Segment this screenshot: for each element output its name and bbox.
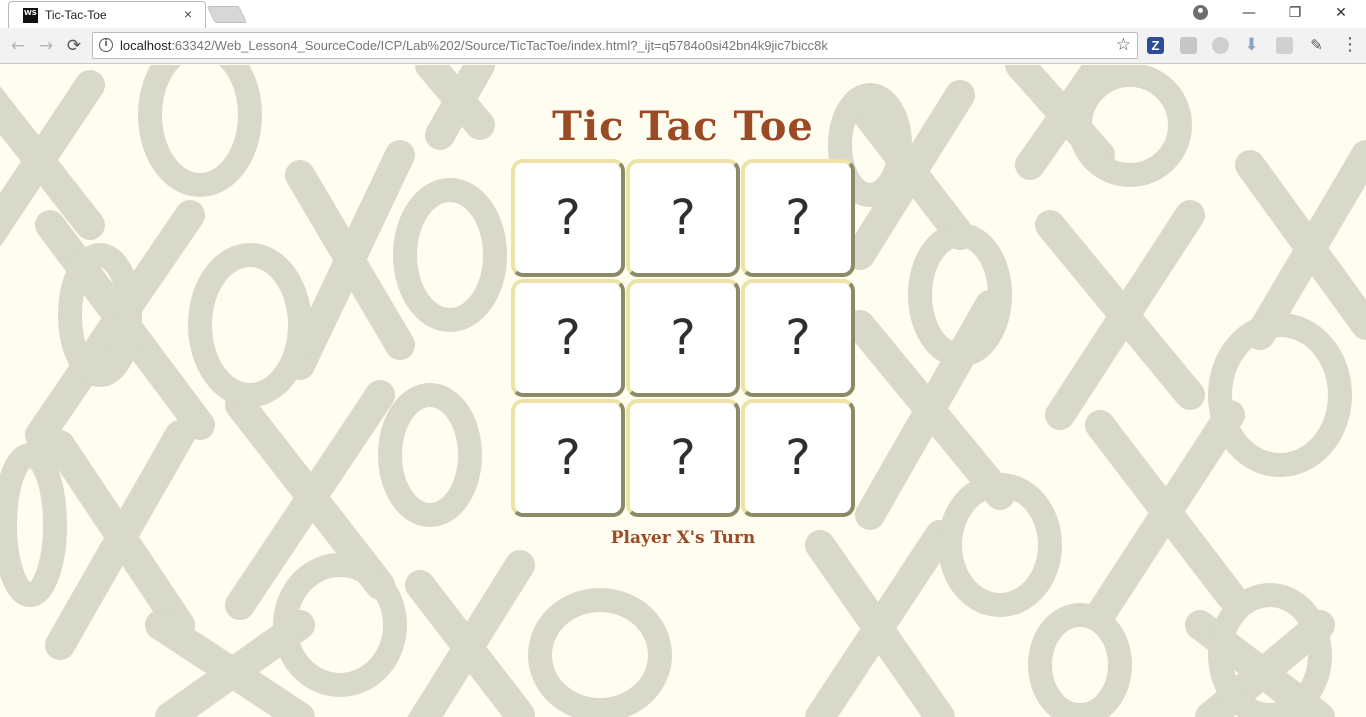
- board-cell-4[interactable]: ?: [511, 279, 625, 397]
- cell-mark: ?: [670, 310, 696, 366]
- reload-button[interactable]: ⟳: [63, 35, 85, 57]
- url-host: localhost: [120, 38, 172, 53]
- cell-mark: ?: [785, 310, 811, 366]
- turn-status: Player X's Turn: [610, 528, 756, 548]
- back-button[interactable]: ←: [7, 35, 29, 57]
- browser-tab[interactable]: WS Tic-Tac-Toe ×: [8, 1, 206, 29]
- board-cell-9[interactable]: ?: [741, 399, 855, 517]
- extension-box-icon[interactable]: [1276, 37, 1293, 54]
- webstorm-favicon-icon: WS: [23, 8, 38, 23]
- cell-mark: ?: [785, 190, 811, 246]
- browser-tabstrip: WS Tic-Tac-Toe × — ❐ ✕: [0, 0, 1366, 29]
- address-bar[interactable]: i localhost:63342/Web_Lesson4_SourceCode…: [92, 32, 1138, 59]
- cell-mark: ?: [555, 190, 581, 246]
- board-cell-5[interactable]: ?: [626, 279, 740, 397]
- eyedropper-extension-icon[interactable]: ✎: [1308, 37, 1325, 54]
- cell-mark: ?: [785, 430, 811, 486]
- browser-toolbar: ← → ⟳ i localhost:63342/Web_Lesson4_Sour…: [0, 28, 1366, 64]
- url-path: :63342/Web_Lesson4_SourceCode/ICP/Lab%20…: [171, 38, 828, 53]
- cell-mark: ?: [670, 430, 696, 486]
- board-cell-8[interactable]: ?: [626, 399, 740, 517]
- board-cell-7[interactable]: ?: [511, 399, 625, 517]
- url-text[interactable]: localhost:63342/Web_Lesson4_SourceCode/I…: [120, 38, 828, 53]
- site-info-icon[interactable]: i: [99, 38, 113, 52]
- download-extension-icon[interactable]: ⬇: [1243, 37, 1260, 54]
- restore-button[interactable]: ❐: [1275, 3, 1315, 23]
- profile-icon[interactable]: [1193, 5, 1208, 20]
- board-cell-6[interactable]: ?: [741, 279, 855, 397]
- board-cell-3[interactable]: ?: [741, 159, 855, 277]
- minimize-button[interactable]: —: [1229, 3, 1269, 23]
- new-tab-button[interactable]: [207, 6, 247, 23]
- close-window-button[interactable]: ✕: [1321, 3, 1361, 23]
- cell-mark: ?: [555, 310, 581, 366]
- game-board: ? ? ? ? ? ? ? ? ?: [511, 159, 856, 521]
- extension-cloud-icon[interactable]: [1212, 37, 1229, 54]
- zotero-extension-icon[interactable]: Z: [1147, 37, 1164, 54]
- tab-title: Tic-Tac-Toe: [45, 8, 107, 22]
- board-cell-1[interactable]: ?: [511, 159, 625, 277]
- bookmark-star-icon[interactable]: ☆: [1116, 35, 1131, 55]
- cell-mark: ?: [555, 430, 581, 486]
- tab-close-icon[interactable]: ×: [184, 6, 192, 22]
- page-viewport: Tic Tac Toe ? ? ? ? ? ? ? ? ? Player X's…: [0, 65, 1366, 717]
- extension-chart-icon[interactable]: [1180, 37, 1197, 54]
- browser-menu-icon[interactable]: ⋮: [1341, 35, 1359, 55]
- page-title: Tic Tac Toe: [552, 103, 814, 150]
- forward-button[interactable]: →: [35, 35, 57, 57]
- board-cell-2[interactable]: ?: [626, 159, 740, 277]
- cell-mark: ?: [670, 190, 696, 246]
